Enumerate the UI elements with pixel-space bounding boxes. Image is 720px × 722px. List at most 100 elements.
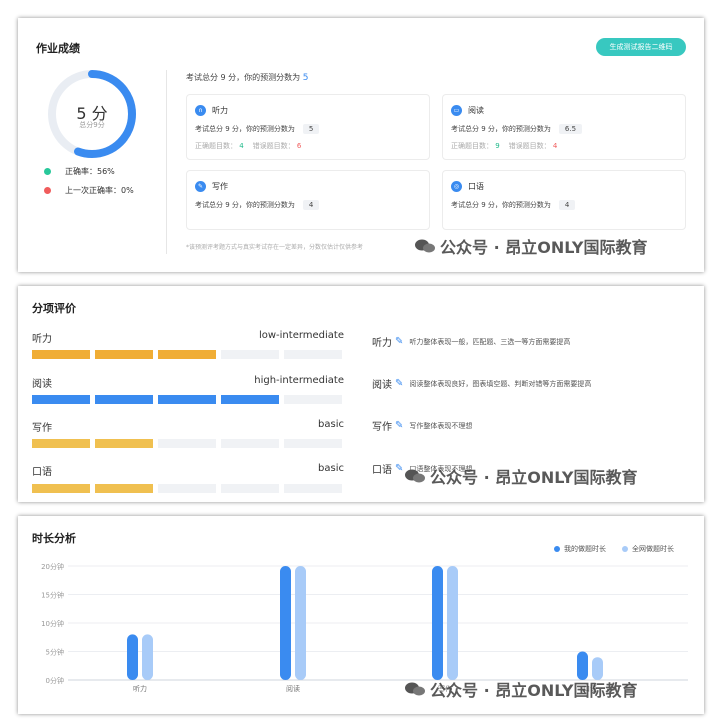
bar-my-2[interactable] — [432, 566, 443, 680]
comment-text: 写作整体表现不理想 — [409, 421, 473, 430]
book-icon: ▭ — [451, 105, 462, 116]
skill-header: ✎ 写作 — [195, 181, 228, 192]
progress-segment — [284, 439, 342, 448]
summary-label: 考试总分 9 分，你的预测分数为 — [186, 73, 301, 82]
score-total: 总分9分 — [79, 121, 105, 129]
eval-skill-writing: 写作 — [32, 423, 52, 434]
progress-segment — [32, 350, 90, 359]
edit-pen-icon[interactable]: ✎ — [395, 336, 403, 347]
comment-reading: 阅读 ✎ 阅读整体表现良好，图表填空题、判断对错等方面需要提高 — [372, 376, 591, 391]
speech-icon: ◎ — [451, 181, 462, 192]
eval-level-listening: low-intermediate — [258, 330, 344, 341]
progress-segment — [158, 395, 216, 404]
wechat-icon — [405, 469, 425, 483]
progress-segment — [221, 439, 279, 448]
progress-segment — [95, 395, 153, 404]
wechat-icon — [415, 239, 435, 253]
comment-skill: 听力 — [372, 338, 392, 349]
watermark-text: 公众号 · 昂立ONLY国际教育 — [430, 468, 638, 487]
skill-name: 听力 — [212, 106, 228, 115]
generate-qr-button[interactable]: 生成测试报告二维码 — [596, 38, 686, 56]
comment-skill: 写作 — [372, 422, 392, 433]
comment-listening: 听力 ✎ 听力整体表现一般，匹配题、三选一等方面需要提高 — [372, 334, 570, 349]
eval-level-speaking: basic — [318, 463, 344, 474]
skill-name: 写作 — [212, 182, 228, 191]
edit-pen-icon[interactable]: ✎ — [395, 463, 403, 474]
accuracy-dot — [44, 168, 51, 175]
evaluation-title: 分项评价 — [32, 302, 76, 315]
watermark: 公众号 · 昂立ONLY国际教育 — [404, 464, 638, 488]
skill-card-speaking[interactable]: ◎ 口语 考试总分 9 分，你的预测分数为 4 — [442, 170, 686, 230]
progress-segment — [158, 439, 216, 448]
comment-text: 听力整体表现一般，匹配题、三选一等方面需要提高 — [409, 337, 571, 346]
eval-skill-speaking: 口语 — [32, 467, 52, 478]
skill-card-listening[interactable]: ∩ 听力 考试总分 9 分，你的预测分数为 5 正确题目数： 4 错误题目数： … — [186, 94, 430, 160]
skill-header: ◎ 口语 — [451, 181, 484, 192]
watermark-text: 公众号 · 昂立ONLY国际教育 — [430, 681, 638, 700]
skill-score-chip: 4 — [302, 200, 320, 210]
wrong-label: 错误题目数： — [508, 142, 551, 150]
eval-level-reading: high-intermediate — [254, 375, 344, 386]
accuracy-value: 56% — [97, 167, 115, 176]
watermark-text: 公众号 · 昂立ONLY国际教育 — [440, 238, 648, 257]
bar-my-1[interactable] — [280, 566, 291, 680]
skill-counts: 正确题目数： 4 错误题目数： 6 — [195, 141, 301, 151]
wrong-count: 6 — [296, 142, 302, 150]
skill-score-chip: 6.5 — [558, 124, 583, 134]
progress-segment — [221, 395, 279, 404]
x-tick-label: 听力 — [133, 684, 147, 693]
y-tick-label: 10分钟 — [41, 619, 64, 628]
last-accuracy-label: 上一次正确率： — [65, 186, 121, 195]
skill-score-line: 考试总分 9 分，你的预测分数为 4 — [451, 200, 576, 210]
progress-segment — [32, 484, 90, 493]
edit-pen-icon[interactable]: ✎ — [395, 420, 403, 431]
progress-segment — [284, 395, 342, 404]
skill-score-line: 考试总分 9 分，你的预测分数为 6.5 — [451, 124, 583, 134]
edit-pen-icon[interactable]: ✎ — [395, 378, 403, 389]
bar-all-1[interactable] — [295, 566, 306, 680]
eval-level-writing: basic — [318, 419, 344, 430]
skill-score-chip: 4 — [558, 200, 576, 210]
y-tick-label: 15分钟 — [41, 591, 64, 600]
correct-count: 4 — [239, 142, 244, 150]
watermark: 公众号 · 昂立ONLY国际教育 — [404, 677, 638, 701]
progress-segment — [158, 484, 216, 493]
comment-text: 阅读整体表现良好，图表填空题、判断对错等方面需要提高 — [409, 379, 592, 388]
skill-card-writing[interactable]: ✎ 写作 考试总分 9 分，你的预测分数为 4 — [186, 170, 430, 230]
wrong-label: 错误题目数： — [252, 142, 295, 150]
correct-label: 正确题目数： — [195, 142, 237, 150]
correct-label: 正确题目数： — [451, 142, 493, 150]
last-accuracy-legend: 上一次正确率： 0% — [44, 185, 134, 196]
progress-segment — [95, 439, 153, 448]
disclaimer-note: *该预测评考题方式与真实考试存在一定差异，分数仅估计仅供参考 — [186, 244, 364, 251]
progress-segment — [221, 350, 279, 359]
progress-segment — [284, 350, 342, 359]
comment-writing: 写作 ✎ 写作整体表现不理想 — [372, 418, 472, 433]
bar-my-3[interactable] — [577, 651, 588, 681]
comment-skill: 阅读 — [372, 380, 392, 391]
skill-score-chip: 5 — [302, 124, 320, 134]
watermark: 公众号 · 昂立ONLY国际教育 — [414, 234, 648, 258]
skill-name: 阅读 — [468, 106, 484, 115]
skill-name: 口语 — [468, 182, 484, 191]
bar-my-0[interactable] — [127, 634, 138, 680]
x-tick-label: 阅读 — [286, 684, 300, 693]
skill-score-line: 考试总分 9 分，你的预测分数为 4 — [195, 200, 320, 210]
y-tick-label: 20分钟 — [41, 562, 64, 571]
progress-segment — [32, 439, 90, 448]
skill-card-reading[interactable]: ▭ 阅读 考试总分 9 分，你的预测分数为 6.5 正确题目数： 9 错误题目数… — [442, 94, 686, 160]
skill-header: ▭ 阅读 — [451, 105, 484, 116]
accuracy-legend: 正确率： 56% — [44, 166, 115, 177]
eval-skill-listening: 听力 — [32, 334, 52, 345]
pencil-icon: ✎ — [195, 181, 206, 192]
bar-all-2[interactable] — [447, 566, 458, 680]
progress-segment — [32, 395, 90, 404]
skill-score-line: 考试总分 9 分，你的预测分数为 5 — [195, 124, 320, 134]
progress-segment — [284, 484, 342, 493]
progress-segment — [95, 484, 153, 493]
skill-line-text: 考试总分 9 分，你的预测分数为 — [195, 201, 295, 209]
skill-line-text: 考试总分 9 分，你的预测分数为 — [451, 125, 551, 133]
wrong-count: 4 — [552, 142, 558, 150]
accuracy-label: 正确率： — [65, 167, 97, 176]
bar-all-0[interactable] — [142, 634, 153, 680]
